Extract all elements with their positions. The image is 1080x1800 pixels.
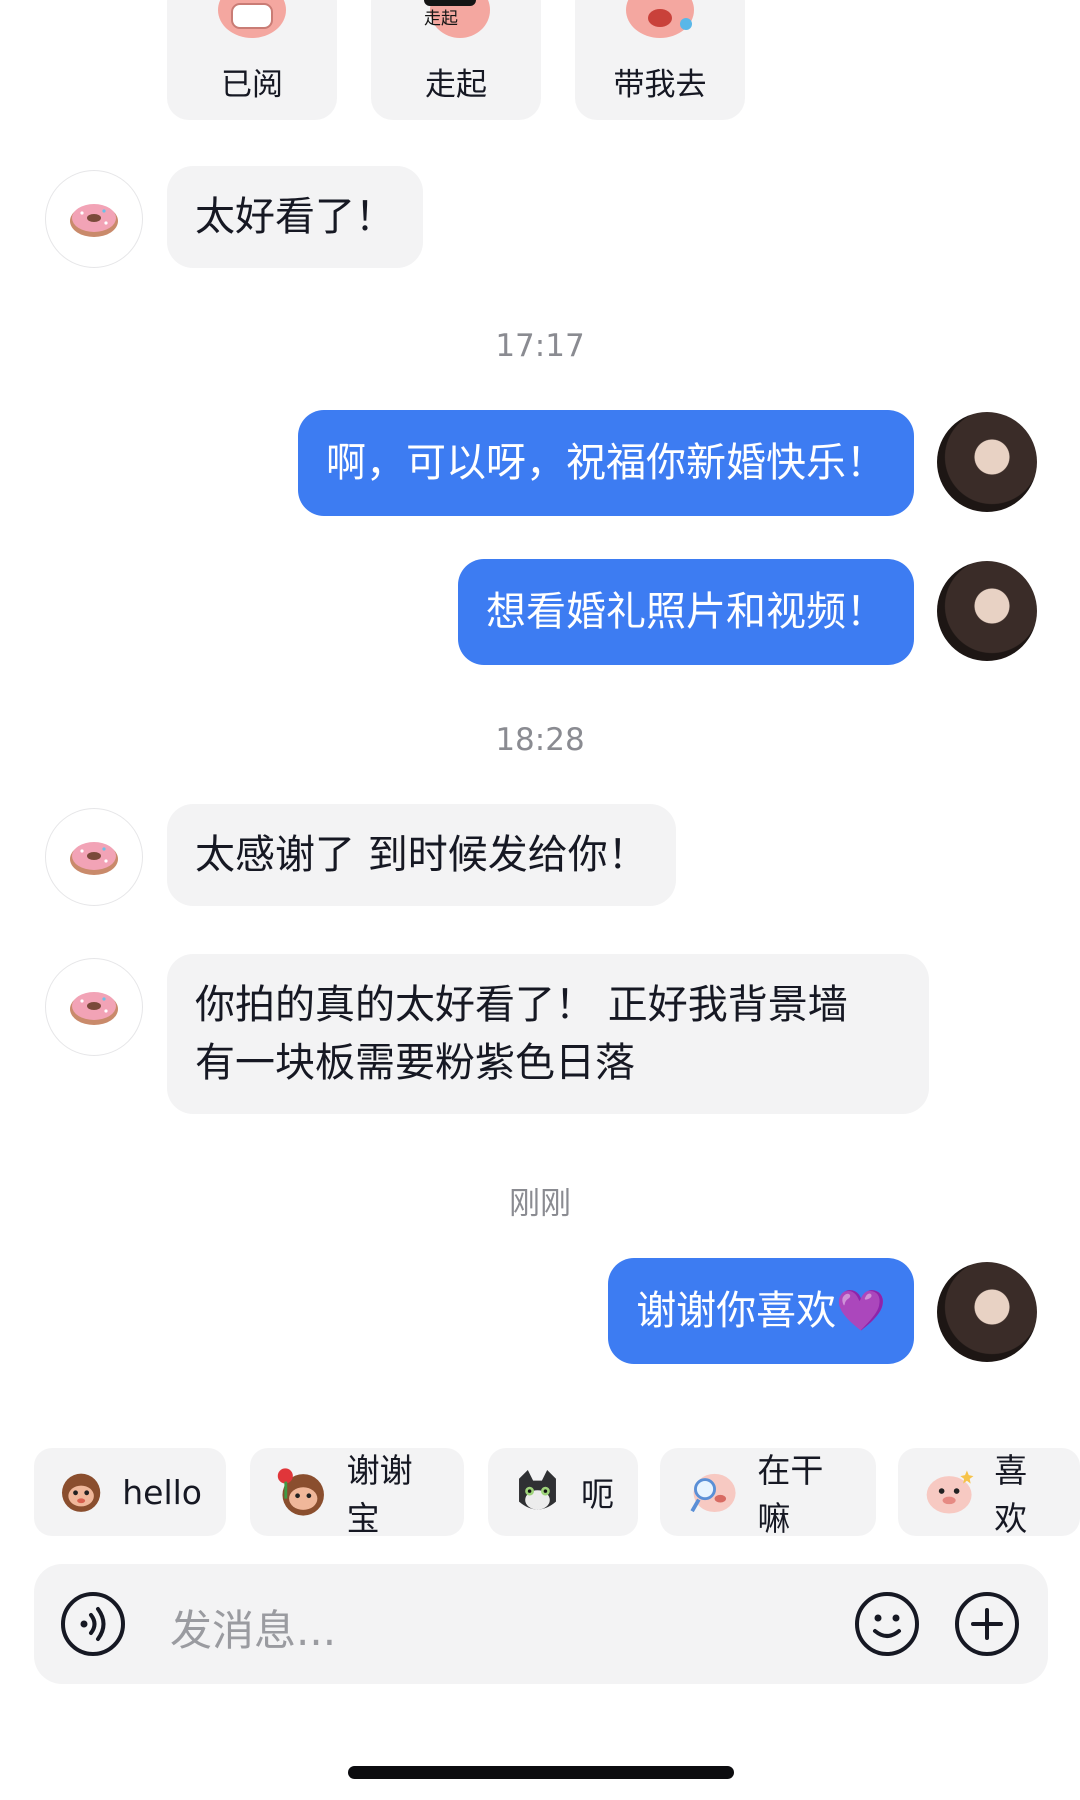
contact-avatar[interactable] — [45, 170, 143, 268]
quick-reply-e[interactable]: 呃 — [488, 1448, 638, 1536]
message-incoming[interactable]: 太好看了！ — [167, 166, 423, 268]
quick-reply-label: 呃 — [581, 1475, 614, 1514]
pig-sunglasses-sticker-icon: 走起 — [424, 0, 490, 38]
quick-reply-label: 在干嘛 — [757, 1451, 824, 1538]
quick-reply-hello[interactable]: hello — [34, 1448, 226, 1536]
quick-reply-xihuan[interactable]: 喜欢 — [898, 1448, 1080, 1538]
donut-icon — [70, 842, 118, 875]
plus-icon[interactable] — [954, 1591, 1020, 1657]
message-input-bar[interactable]: 发消息... — [34, 1564, 1048, 1684]
voice-icon[interactable] — [60, 1591, 126, 1657]
monkey-rose-icon — [277, 1468, 324, 1516]
sticker-label: 已阅 — [221, 67, 283, 103]
pig-heart-icon — [926, 1470, 974, 1514]
quick-reply-label: 喜欢 — [994, 1451, 1028, 1538]
quick-reply-zaiganma[interactable]: 在干嘛 — [660, 1448, 876, 1538]
sticker-label: 走起 — [425, 67, 487, 103]
message-line: 你拍的真的太好看了！ 正好我背景墙 — [195, 982, 848, 1028]
pig-mask-sticker-icon — [218, 0, 286, 38]
message-outgoing[interactable]: 谢谢你喜欢💜 — [608, 1258, 914, 1364]
emoji-icon[interactable] — [854, 1591, 920, 1657]
sticker-card-daiwoqu[interactable]: 带我去 — [575, 0, 745, 120]
donut-icon — [70, 204, 118, 237]
message-incoming[interactable]: 太感谢了 到时候发给你！ — [167, 804, 676, 906]
timestamp: 18:28 — [495, 722, 585, 758]
cat-face-icon — [519, 1470, 556, 1510]
sticker-label: 带我去 — [613, 67, 707, 103]
monkey-wave-icon — [61, 1473, 101, 1512]
quick-reply-label: 谢谢宝 — [346, 1451, 413, 1538]
message-input-placeholder[interactable]: 发消息... — [170, 1597, 336, 1658]
contact-avatar[interactable] — [45, 958, 143, 1056]
sticker-card-zouqi[interactable]: 走起 走起 — [371, 0, 541, 120]
timestamp: 刚刚 — [509, 1186, 571, 1222]
quick-reply-label: hello — [122, 1472, 202, 1512]
sticker-card-yiyue[interactable]: 已阅 — [167, 0, 337, 120]
quick-reply-xiexiebao[interactable]: 谢谢宝 — [250, 1448, 464, 1538]
pig-magnifier-icon — [690, 1473, 736, 1513]
my-avatar[interactable] — [937, 1262, 1037, 1362]
message-line: 有一块板需要粉紫色日落 — [195, 1040, 635, 1086]
home-indicator — [348, 1766, 734, 1779]
message-outgoing[interactable]: 想看婚礼照片和视频！ — [458, 559, 914, 665]
timestamp: 17:17 — [495, 328, 585, 364]
message-outgoing[interactable]: 啊，可以呀，祝福你新婚快乐！ — [298, 410, 914, 516]
donut-icon — [70, 992, 118, 1025]
sticker-text: 走起 — [424, 9, 458, 29]
contact-avatar[interactable] — [45, 808, 143, 906]
my-avatar[interactable] — [937, 412, 1037, 512]
my-avatar[interactable] — [937, 561, 1037, 661]
pig-crying-sticker-icon — [626, 0, 694, 38]
message-incoming[interactable]: 你拍的真的太好看了！ 正好我背景墙 有一块板需要粉紫色日落 — [167, 954, 929, 1114]
